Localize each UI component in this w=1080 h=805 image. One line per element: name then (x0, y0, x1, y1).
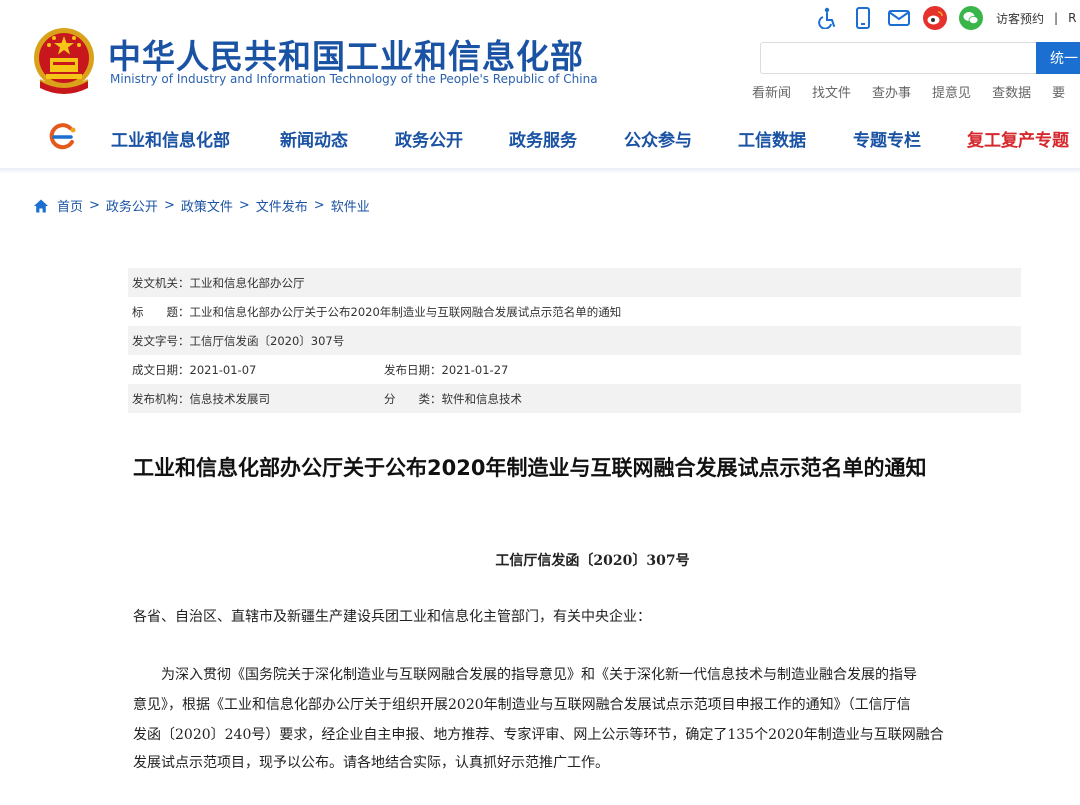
meta-row-issuer: 发文机关：工业和信息化部办公厅 (128, 268, 1021, 297)
meta-row-title: 标 题：工业和信息化部办公厅关于公布2020年制造业与互联网融合发展试点示范名单… (128, 297, 1021, 326)
article-doc-number: 工信厅信发函〔2020〕307号 (495, 553, 690, 569)
quick-links: 看新闻 找文件 查办事 提意见 查数据 要 (752, 82, 1080, 101)
breadcrumb-software[interactable]: 软件业 (331, 196, 370, 215)
meta-row-agency: 发布机构：信息技术发展司 分 类：软件和信息技术 (128, 384, 1021, 413)
article-body-line: 为深入贯彻《国务院关于深化制造业与互联网融合发展的指导意见》和《关于深化新一代信… (133, 667, 917, 683)
rss-link[interactable]: R (1068, 11, 1076, 25)
meta-category: 分 类：软件和信息技术 (384, 391, 522, 406)
breadcrumb-gov-affairs[interactable]: 政务公开 (106, 196, 158, 215)
nav-item-topics[interactable]: 专题专栏 (853, 126, 921, 151)
national-emblem-icon[interactable] (32, 24, 96, 98)
main-nav: 工业和信息化部 新闻动态 政务公开 政务服务 公众参与 工信数据 专题专栏 复工… (0, 116, 1080, 160)
quick-link-services[interactable]: 查办事 (872, 82, 911, 101)
breadcrumb-separator: > (313, 198, 325, 213)
breadcrumb-policy-docs[interactable]: 政策文件 (181, 196, 233, 215)
nav-item-data[interactable]: 工信数据 (738, 126, 806, 151)
article-body-line: 发展试点示范项目，现予以公布。请各地结合实际，认真抓好示范推广工作。 (133, 755, 609, 771)
visitor-appointment-link[interactable]: 访客预约 (996, 10, 1044, 27)
article-greeting: 各省、自治区、直辖市及新疆生产建设兵团工业和信息化主管部门，有关中央企业： (133, 609, 651, 625)
search-button[interactable]: 统一 (1036, 42, 1080, 74)
article-body-line: 发函〔2020〕240号）要求，经企业自主申报、地方推荐、专家评审、网上公示等环… (133, 727, 944, 743)
mobile-icon[interactable] (850, 5, 876, 31)
top-utility-bar: 访客预约 | R (814, 4, 1076, 32)
breadcrumb-doc-release[interactable]: 文件发布 (256, 196, 308, 215)
nav-item-resumption-topic[interactable]: 复工复产专题 (967, 126, 1069, 151)
quick-link-data[interactable]: 查数据 (992, 82, 1031, 101)
site-title-cn[interactable]: 中华人民共和国工业和信息化部 (108, 30, 584, 78)
nav-item-news[interactable]: 新闻动态 (280, 126, 348, 151)
article-title: 工业和信息化部办公厅关于公布2020年制造业与互联网融合发展试点示范名单的通知 (133, 456, 927, 480)
quick-link-files[interactable]: 找文件 (812, 82, 851, 101)
meta-row-dates: 成文日期：2021-01-07 发布日期：2021-01-27 (128, 355, 1021, 384)
nav-item-public-participation[interactable]: 公众参与 (624, 126, 692, 151)
mail-icon[interactable] (886, 5, 912, 31)
breadcrumb-home[interactable]: 首页 (57, 196, 83, 215)
home-icon[interactable] (33, 198, 49, 214)
weibo-icon[interactable] (922, 5, 948, 31)
miit-logo-icon[interactable] (46, 122, 80, 152)
meta-title: 标 题：工业和信息化部办公厅关于公布2020年制造业与互联网融合发展试点示范名单… (132, 304, 622, 319)
nav-item-gov-services[interactable]: 政务服务 (509, 126, 577, 151)
breadcrumb: 首页 > 政务公开 > 政策文件 > 文件发布 > 软件业 (33, 196, 370, 215)
meta-publish-date: 发布日期：2021-01-27 (384, 362, 509, 377)
document-meta-table: 发文机关：工业和信息化部办公厅 标 题：工业和信息化部办公厅关于公布2020年制… (128, 268, 1021, 413)
breadcrumb-separator: > (89, 198, 100, 213)
meta-written-date: 成文日期：2021-01-07 (132, 362, 257, 377)
meta-agency: 发布机构：信息技术发展司 (132, 391, 270, 406)
utility-separator: | (1054, 11, 1059, 25)
search-input[interactable] (760, 42, 1040, 74)
meta-doc-no: 发文字号：工信厅信发函〔2020〕307号 (132, 333, 345, 348)
breadcrumb-separator: > (163, 198, 175, 213)
wechat-icon[interactable] (958, 5, 984, 31)
site-title-en[interactable]: Ministry of Industry and Information Tec… (110, 72, 598, 86)
quick-link-feedback[interactable]: 提意见 (932, 82, 971, 101)
nav-item-gov-affairs[interactable]: 政务公开 (395, 126, 463, 151)
breadcrumb-separator: > (238, 198, 250, 213)
quick-link-news[interactable]: 看新闻 (752, 82, 791, 101)
meta-issuer: 发文机关：工业和信息化部办公厅 (132, 275, 305, 290)
site-header: 中华人民共和国工业和信息化部 Ministry of Industry and … (0, 0, 1080, 174)
quick-link-more[interactable]: 要 (1052, 82, 1065, 101)
meta-row-doc-no: 发文字号：工信厅信发函〔2020〕307号 (128, 326, 1021, 355)
article-body-line: 意见》，根据《工业和信息化部办公厅关于组织开展2020年制造业与互联网融合发展试… (133, 697, 911, 713)
accessibility-icon[interactable] (814, 5, 840, 31)
header-divider (0, 168, 1080, 174)
nav-item-ministry[interactable]: 工业和信息化部 (111, 126, 230, 151)
